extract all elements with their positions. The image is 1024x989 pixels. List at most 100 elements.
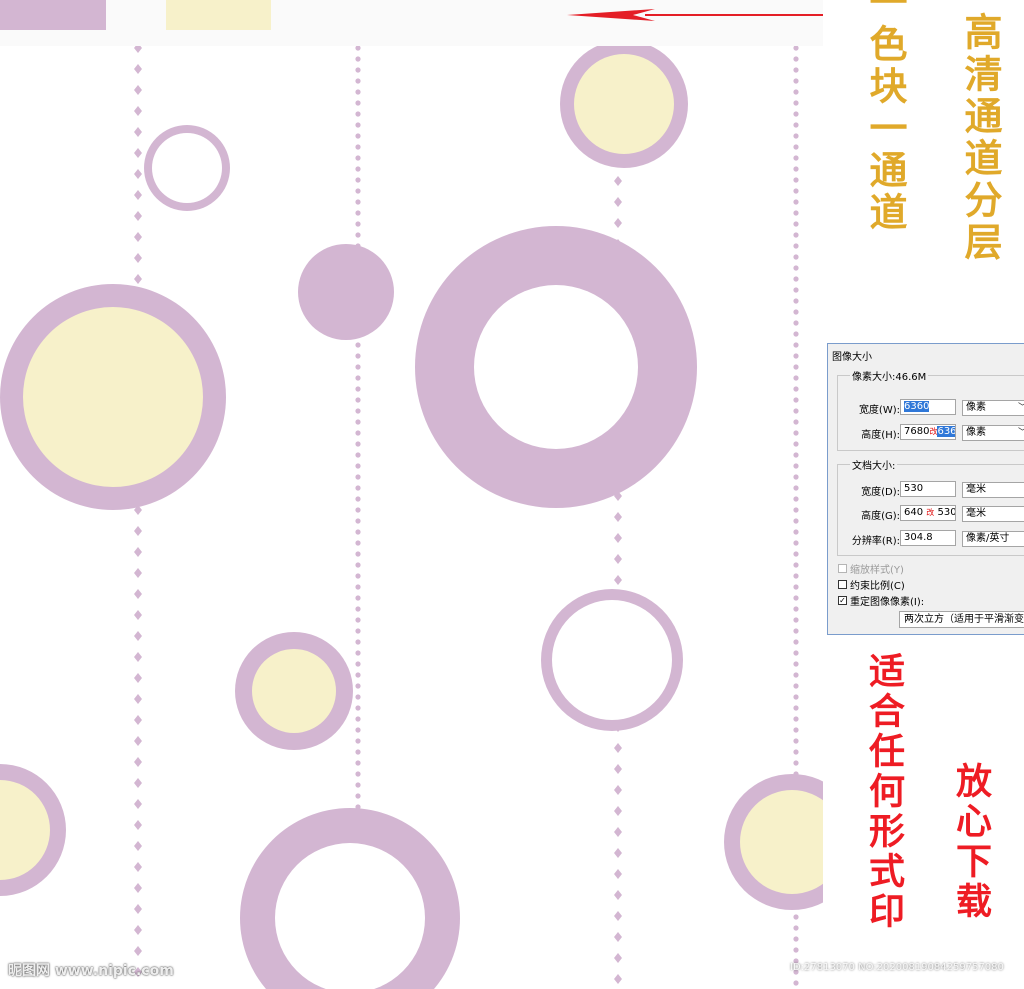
print-suitable-caption: 适合任何形式印 [863,652,905,932]
chain-dot [355,496,361,502]
doc-width-unit-select[interactable]: 毫米 [962,482,1024,498]
chevron-down-icon: ﹀ [1018,426,1024,440]
doc-height-label: 高度(G): [861,511,900,522]
chain-diamond [134,610,142,620]
chain-dot [355,540,361,546]
chain-dot [793,353,799,359]
chain-dot [355,144,361,150]
chain-dot [355,199,361,205]
chain-dot [793,463,799,469]
chain-diamond [134,946,142,956]
dotted-chain-lines [134,43,799,986]
height-unit-select[interactable]: 像素﹀ [962,425,1024,441]
dialog-title: 图像大小 [832,352,872,363]
chain-dot [355,507,361,513]
chain-dot [355,573,361,579]
chain-diamond [134,589,142,599]
chain-dot [355,408,361,414]
height-field[interactable]: 7680改6360 [900,424,956,440]
doc-height-unit-select[interactable]: 毫米 [962,506,1024,522]
chain-dot [793,232,799,238]
chain-dot [793,89,799,95]
chain-diamond [134,232,142,242]
chain-dot [355,89,361,95]
chain-dot [793,419,799,425]
chain-diamond [614,533,622,543]
circle-inner [252,649,336,733]
chain-diamond [134,820,142,830]
chain-dot [355,100,361,106]
chain-dot [793,78,799,84]
chain-diamond [614,743,622,753]
chain-dot [355,452,361,458]
chain-diamond [614,953,622,963]
chain-dot [793,749,799,755]
chain-dot [793,617,799,623]
chain-dot [793,980,799,986]
chain-diamond [614,911,622,921]
chain-diamond [614,554,622,564]
chain-dot [793,67,799,73]
chain-dot [793,221,799,227]
chain-dot [793,683,799,689]
resolution-field[interactable]: 304.8 [900,530,956,546]
constrain-proportions-checkbox[interactable]: 约束比例(C) [838,577,905,592]
chain-diamond [134,631,142,641]
chain-dot [793,452,799,458]
chain-dot [793,45,799,51]
scale-styles-checkbox[interactable]: 缩放样式(Y) [838,561,904,576]
resample-method-select[interactable]: 两次立方（适用于平滑渐变 [899,611,1024,628]
chain-diamond [614,575,622,585]
document-size-label: 文档大小: [850,457,898,472]
chain-diamond [134,715,142,725]
chain-dot [355,78,361,84]
chain-dot [355,430,361,436]
chain-diamond [614,785,622,795]
chain-diamond [134,64,142,74]
chain-dot [793,716,799,722]
chain-dot [793,694,799,700]
chain-diamond [134,883,142,893]
resolution-unit-select[interactable]: 像素/英寸 [962,531,1024,547]
chain-dot [793,287,799,293]
chain-diamond [134,253,142,263]
width-unit-select[interactable]: 像素﹀ [962,400,1024,416]
chain-dot [355,628,361,634]
chain-dot [355,67,361,73]
circle-inner [152,133,222,203]
chain-dot [355,705,361,711]
chain-dot [793,529,799,535]
chain-dot [355,529,361,535]
chain-dot [355,232,361,238]
chain-diamond [134,694,142,704]
checkbox-box [838,580,847,589]
chain-dot [793,342,799,348]
chain-dot [355,155,361,161]
resolution-label: 分辨率(R): [851,536,900,547]
chain-dot [793,408,799,414]
chain-dot [355,793,361,799]
doc-width-field[interactable]: 530 [900,481,956,497]
chain-dot [793,551,799,557]
chain-dot [793,133,799,139]
chain-dot [355,595,361,601]
chain-diamond [614,764,622,774]
width-field[interactable]: 6360 [900,399,956,415]
chain-dot [793,144,799,150]
chain-dot [355,364,361,370]
chain-dot [793,386,799,392]
doc-height-field[interactable]: 640 改 530 [900,505,956,521]
chain-diamond [134,757,142,767]
pixel-size-label: 像素大小:46.6M [850,368,929,383]
chain-dot [793,562,799,568]
chain-dot [793,936,799,942]
circle-inner [552,600,672,720]
chain-diamond [134,652,142,662]
color-channel-caption: 一色块一通道 [863,0,908,234]
chain-dot [793,177,799,183]
chain-dot [793,518,799,524]
document-size-group: 文档大小: 宽度(D): 530 毫米 高度(G): 640 改 530 毫米 … [837,457,1024,556]
resample-image-checkbox[interactable]: ✓ 重定图像像素(I): [838,593,924,608]
chain-dot [355,672,361,678]
chain-dot [355,738,361,744]
